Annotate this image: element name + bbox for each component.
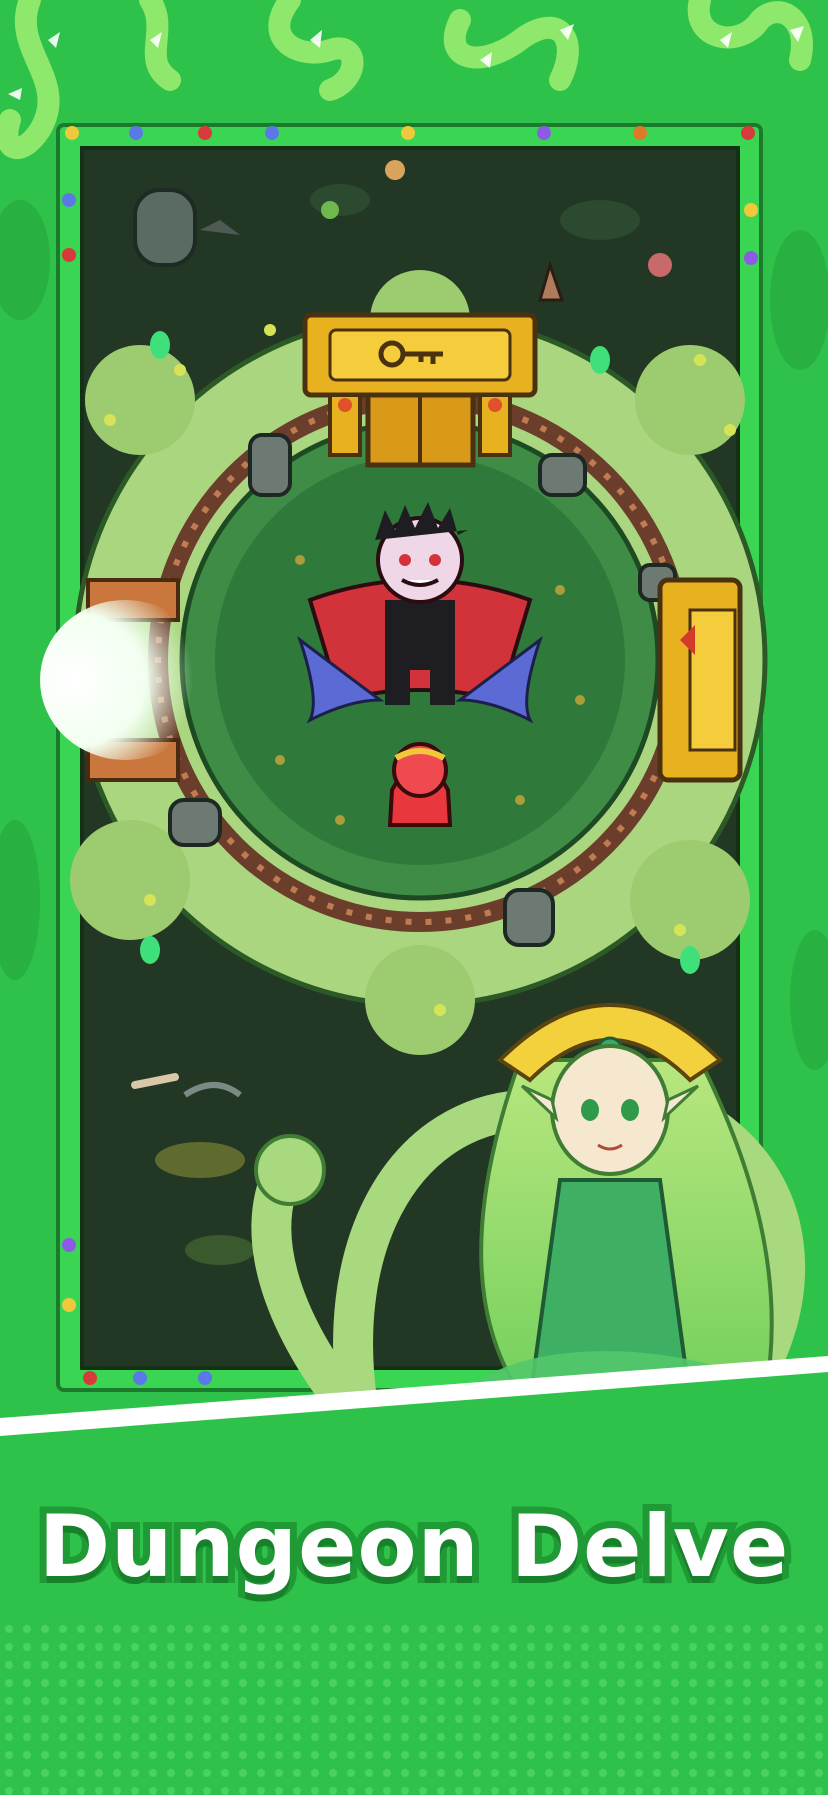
red-hooded-hero-icon[interactable] xyxy=(387,742,453,827)
golden-chest-icon[interactable] xyxy=(657,577,743,783)
golden-key-door-icon[interactable] xyxy=(302,312,538,468)
game-title: Dungeon Delve xyxy=(32,1490,796,1604)
